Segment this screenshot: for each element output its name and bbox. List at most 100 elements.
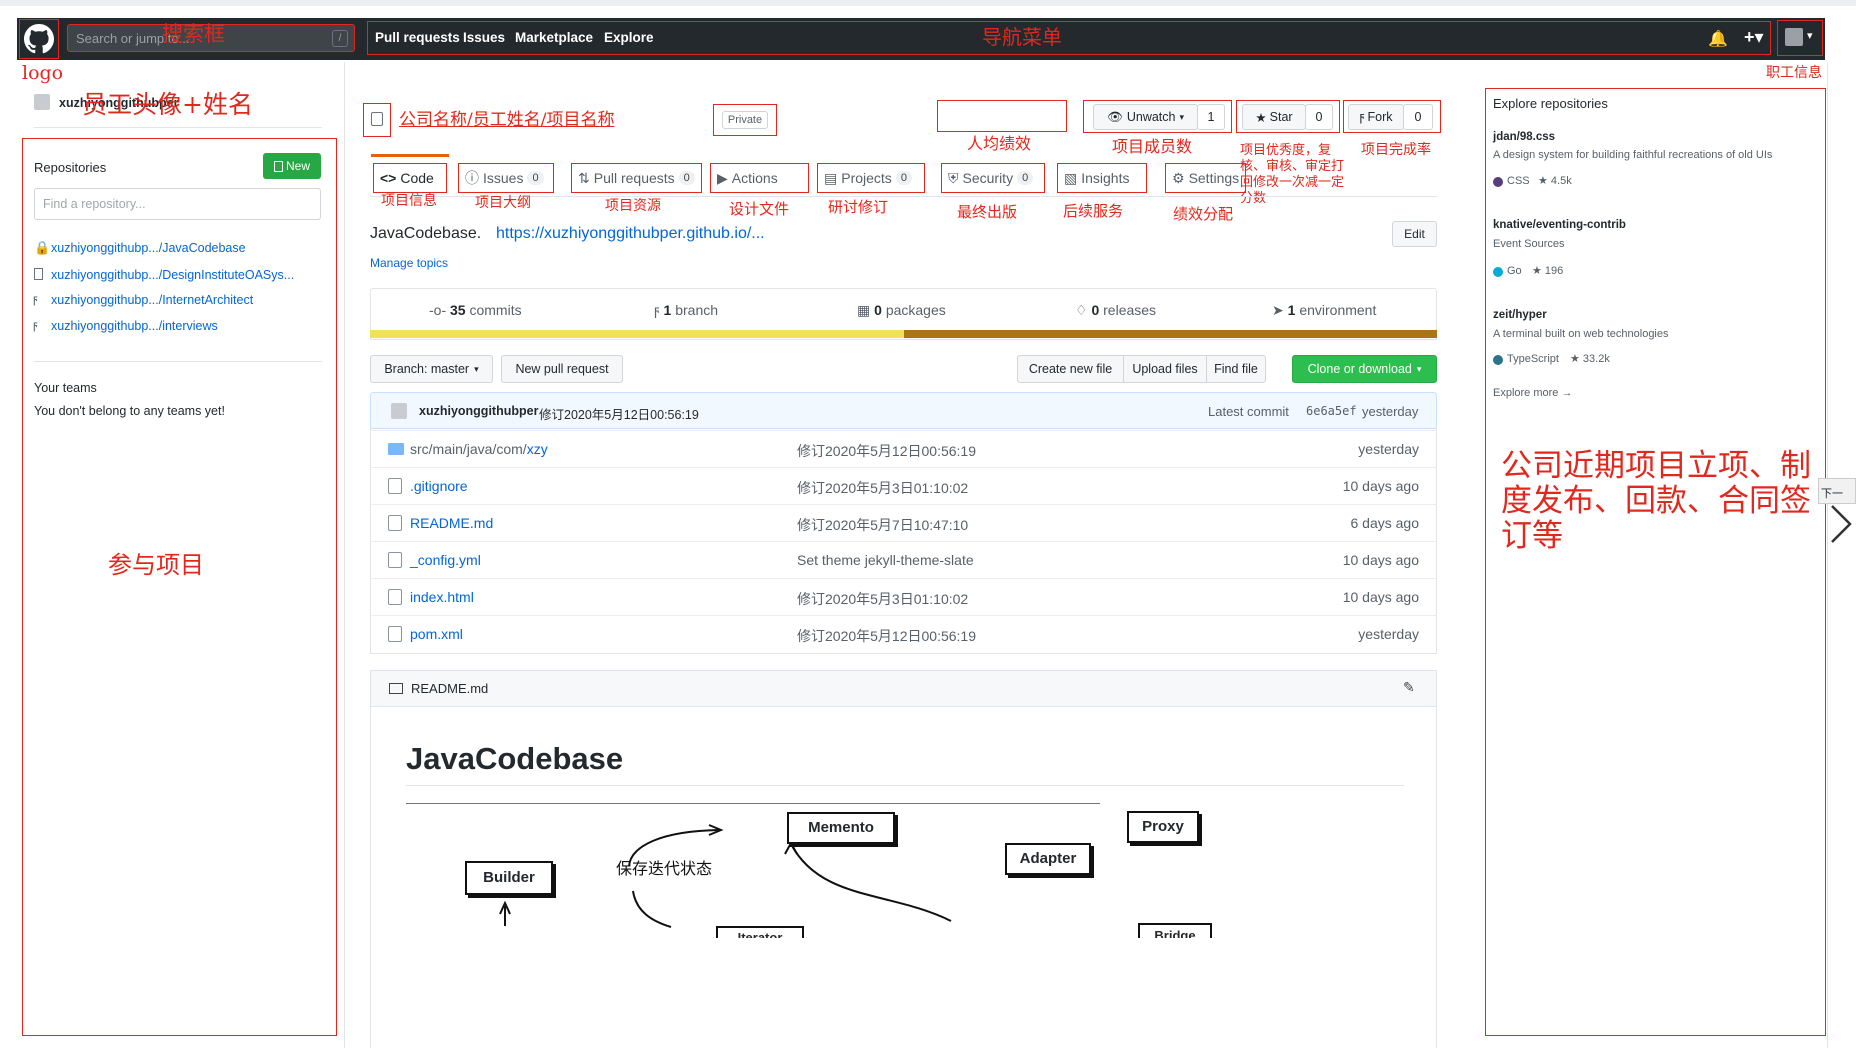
repo-link-1[interactable]: xuzhiyonggithubp.../JavaCodebase <box>51 241 246 255</box>
tab-settings[interactable]: ⚙ Settings <box>1165 163 1246 193</box>
tab-code[interactable]: <> Code <box>373 163 447 193</box>
tab-projects-label: Projects <box>841 170 892 186</box>
user-menu[interactable]: ▾ <box>1777 20 1823 56</box>
file-commit-msg[interactable]: 修订2020年5月3日01:10:02 <box>797 589 968 609</box>
tab-pull-requests[interactable]: ⇅ Pull requests 0 <box>571 163 702 193</box>
table-row[interactable]: pom.xml 修订2020年5月12日00:56:19 yesterday <box>370 615 1437 652</box>
fork-count[interactable]: 0 <box>1403 104 1433 130</box>
commits-stat[interactable]: -o- 35 commits <box>429 302 522 318</box>
annotation-completion: 项目完成率 <box>1361 142 1431 158</box>
repo-title[interactable]: 公司名称/员工姓名/项目名称 <box>399 112 614 129</box>
nav-explore[interactable]: Explore <box>604 30 654 45</box>
nav-issues[interactable]: Issues <box>463 30 505 45</box>
chevron-right-icon[interactable] <box>1828 504 1854 544</box>
annotation-security: 最终出版 <box>957 203 1018 221</box>
tab-pr-count: 0 <box>678 171 695 185</box>
create-new-file-button[interactable]: Create new file <box>1017 355 1124 383</box>
annotation-actions: 设计文件 <box>729 200 790 218</box>
watch-count[interactable]: 1 <box>1197 104 1225 130</box>
tab-security[interactable]: ⛨ Security 0 <box>941 163 1045 193</box>
file-name[interactable]: README.md <box>410 515 493 531</box>
avatar[interactable] <box>391 403 407 419</box>
file-icon <box>388 515 402 531</box>
language-bar[interactable] <box>370 330 1437 338</box>
repo-link-3[interactable]: xuzhiyonggithubp.../InternetArchitect <box>51 293 253 307</box>
packages-stat[interactable]: ▦ 0 packages <box>857 302 946 319</box>
tab-projects[interactable]: ▤ Projects 0 <box>817 163 925 193</box>
fork-button[interactable]: ϝ Fork <box>1348 104 1404 130</box>
unwatch-button[interactable]: 👁 Unwatch ▾ <box>1093 104 1198 130</box>
explore-repo-name[interactable]: knative/eventing-contrib <box>1493 219 1626 231</box>
table-row[interactable]: src/main/java/com/xzy 修订2020年5月12日00:56:… <box>370 430 1437 467</box>
commit-message[interactable]: 修订2020年5月12日00:56:19 <box>539 404 699 423</box>
file-name[interactable]: index.html <box>410 589 474 605</box>
star-button[interactable]: ★ Star <box>1242 104 1306 130</box>
star-icon: ★ <box>1570 353 1583 365</box>
file-name[interactable]: pom.xml <box>410 626 463 642</box>
chevron-down-icon: ▾ <box>1179 111 1185 122</box>
graph-icon: ▧ <box>1064 169 1078 186</box>
branch-select-button[interactable]: Branch: master ▾ <box>370 355 493 383</box>
clone-download-button[interactable]: Clone or download ▾ <box>1292 355 1437 383</box>
upload-files-button[interactable]: Upload files <box>1123 355 1207 383</box>
fork-icon: ϝ <box>1359 110 1365 124</box>
fork-icon: ϝ <box>33 292 38 306</box>
diagram-caption: 保存迭代状态 <box>616 861 713 878</box>
file-name[interactable]: .gitignore <box>410 478 468 494</box>
file-name[interactable]: src/main/java/com/xzy <box>410 441 548 457</box>
explore-repo-stars[interactable]: ★ 196 <box>1532 264 1563 277</box>
file-commit-msg[interactable]: 修订2020年5月12日00:56:19 <box>797 441 976 461</box>
commit-author[interactable]: xuzhiyonggithubper <box>419 404 538 418</box>
github-logo-icon[interactable] <box>19 19 59 59</box>
repo-description: JavaCodebase. <box>370 225 482 242</box>
repo-homepage-link[interactable]: https://xuzhiyonggithubper.github.io/... <box>496 225 765 243</box>
file-commit-msg[interactable]: 修订2020年5月3日01:10:02 <box>797 478 968 498</box>
new-label: New <box>285 159 310 173</box>
explore-more-link[interactable]: Explore more → <box>1493 387 1572 399</box>
tab-insights[interactable]: ▧ Insights <box>1057 163 1147 193</box>
diagram-proxy: Proxy <box>1127 811 1199 843</box>
divider <box>34 361 322 362</box>
commit-sha[interactable]: 6e6a5ef <box>1306 404 1357 418</box>
plus-icon[interactable]: +▾ <box>1744 27 1764 48</box>
file-commit-msg[interactable]: 修订2020年5月7日10:47:10 <box>797 515 968 535</box>
explore-repo-stars[interactable]: ★ 33.2k <box>1570 352 1610 365</box>
explore-repo-stars[interactable]: ★ 4.5k <box>1538 174 1572 187</box>
table-row[interactable]: index.html 修订2020年5月3日01:10:02 10 days a… <box>370 578 1437 615</box>
nav-pull-requests[interactable]: Pull requests <box>375 30 460 45</box>
releases-stat[interactable]: ♢ 0 releases <box>1075 302 1156 319</box>
bell-icon[interactable]: 🔔 <box>1708 29 1728 49</box>
new-repo-button[interactable]: New <box>263 153 321 179</box>
new-pull-request-button[interactable]: New pull request <box>501 355 623 383</box>
gear-icon: ⚙ <box>1172 169 1185 186</box>
table-row[interactable]: _config.yml Set theme jekyll-theme-slate… <box>370 541 1437 578</box>
repo-link-2[interactable]: xuzhiyonggithubp.../DesignInstituteOASys… <box>51 268 294 282</box>
find-file-button[interactable]: Find file <box>1206 355 1266 383</box>
book-icon <box>34 268 43 280</box>
file-commit-msg[interactable]: 修订2020年5月12日00:56:19 <box>797 626 976 646</box>
explore-repo-name[interactable]: jdan/98.css <box>1493 131 1555 143</box>
star-count[interactable]: 0 <box>1305 104 1333 130</box>
explore-title: Explore repositories <box>1493 96 1608 111</box>
repo-link-4[interactable]: xuzhiyonggithubp.../interviews <box>51 319 218 333</box>
file-commit-msg[interactable]: Set theme jekyll-theme-slate <box>797 552 974 568</box>
nav-marketplace[interactable]: Marketplace <box>515 30 593 45</box>
tab-issues[interactable]: ⓘ Issues 0 <box>458 163 554 193</box>
table-row[interactable]: README.md 修订2020年5月7日10:47:10 6 days ago <box>370 504 1437 541</box>
commit-time: yesterday <box>1362 404 1419 419</box>
edit-button[interactable]: Edit <box>1392 221 1437 247</box>
divider <box>34 127 322 128</box>
annotation-issues: 项目大纲 <box>475 195 531 211</box>
user-avatar[interactable] <box>34 94 50 110</box>
explore-repo-name[interactable]: zeit/hyper <box>1493 309 1547 321</box>
file-name[interactable]: _config.yml <box>410 552 481 568</box>
find-repository-input[interactable]: Find a repository... <box>34 188 321 220</box>
manage-topics-link[interactable]: Manage topics <box>370 256 448 270</box>
tab-actions[interactable]: ▶ Actions <box>710 163 809 193</box>
table-row[interactable]: .gitignore 修订2020年5月3日01:10:02 10 days a… <box>370 467 1437 504</box>
branch-label: branch <box>675 302 719 318</box>
file-icon <box>388 478 402 494</box>
environment-stat[interactable]: ➤ 1 environment <box>1272 302 1376 319</box>
annotation-settings: 绩效分配 <box>1173 205 1234 223</box>
branch-stat[interactable]: ϝ 1 branch <box>654 302 718 318</box>
